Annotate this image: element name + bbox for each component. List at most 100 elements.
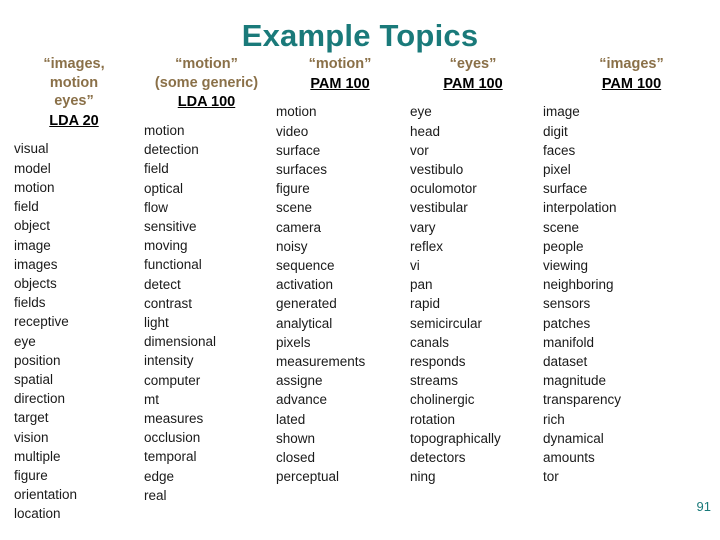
topic-word: image: [14, 237, 51, 253]
topic-word: optical: [144, 180, 184, 196]
topic-word: pixel: [543, 162, 571, 177]
topic-word: eye: [14, 333, 36, 349]
topic-word: functional: [144, 257, 202, 273]
topic-word: people: [543, 238, 584, 254]
topic-word: multiple: [14, 448, 61, 464]
topic-word: head: [410, 123, 441, 139]
topic-word: eye: [410, 104, 432, 120]
topic-word: scene: [276, 200, 313, 216]
topic-word: video: [276, 123, 309, 139]
topic-word: patches: [543, 315, 591, 331]
topic-word: temporal: [144, 449, 197, 465]
topic-word: advance: [276, 392, 328, 408]
topic-word: generated: [276, 296, 337, 312]
topic-word: lated: [276, 411, 306, 427]
topic-word: rich: [543, 411, 565, 427]
topic-column-header: “motion”: [308, 56, 372, 72]
topic-word: tor: [543, 469, 559, 485]
topic-column-model: PAM 100: [310, 75, 370, 92]
topic-word: spatial: [14, 371, 54, 387]
topic-word: dynamical: [543, 430, 604, 446]
slide: Example Topics “images, motion eyes” LDA …: [0, 0, 720, 540]
topic-column-model: LDA 100: [177, 94, 236, 111]
topic-word: position: [14, 352, 61, 368]
topic-word: surface: [276, 142, 321, 158]
topic-word: visual: [14, 141, 49, 157]
topic-word: location: [14, 506, 61, 522]
topic-word-list: visual model motion field object image images o…: [14, 139, 134, 523]
topic-word: vi: [410, 258, 420, 274]
topic-word-list: motion detection field optical flow sensitive…: [144, 121, 269, 505]
topic-word: rotation: [410, 411, 456, 427]
topic-word: viewing: [543, 258, 589, 274]
topic-word: responds: [410, 354, 466, 370]
topic-column-header: “images”: [599, 56, 664, 72]
topic-word: detect: [144, 276, 181, 292]
topic-word-list: motion video surface surfaces figure scene cam…: [276, 102, 404, 486]
topic-word: motion: [276, 104, 317, 120]
topic-word: pan: [410, 277, 433, 293]
topic-word: scene: [543, 219, 580, 235]
topic-word: cholinergic: [410, 392, 475, 408]
topic-word: surface: [543, 181, 588, 197]
topic-word: canals: [410, 334, 450, 350]
topic-word: magnitude: [543, 373, 607, 389]
topic-word: intensity: [144, 353, 194, 369]
topic-word: interpolation: [543, 200, 617, 216]
topic-word: objects: [14, 275, 57, 291]
topic-word: orientation: [14, 487, 78, 503]
topic-word: sensitive: [144, 218, 197, 234]
topic-word: receptive: [14, 314, 69, 330]
topic-word: digit: [543, 123, 568, 139]
topic-word: field: [14, 199, 39, 215]
topic-column: “eyes” PAM 100 eye head vor vestibulo oculomot…: [404, 55, 536, 486]
topic-columns: “images, motion eyes” LDA 20 visual model mo…: [0, 55, 720, 535]
topic-word: streams: [410, 373, 459, 389]
topic-word: model: [14, 160, 51, 176]
topic-word: flow: [144, 199, 169, 215]
topic-word: manifold: [543, 334, 595, 350]
topic-word: reflex: [410, 238, 444, 254]
topic-word: real: [144, 487, 167, 503]
topic-word: camera: [276, 219, 322, 235]
topic-word: amounts: [543, 450, 595, 466]
topic-word: activation: [276, 277, 334, 293]
topic-word: figure: [276, 181, 310, 197]
topic-column-header: “motion” (some generic): [154, 56, 259, 91]
topic-word: analytical: [276, 315, 333, 331]
page-title: Example Topics: [241, 18, 479, 53]
topic-word: perceptual: [276, 469, 340, 485]
topic-column-header: “images, motion eyes”: [43, 56, 105, 110]
page-number: 91: [696, 499, 711, 514]
topic-word: object: [14, 218, 51, 234]
topic-word: edge: [144, 468, 175, 484]
topic-word: semicircular: [410, 315, 483, 331]
topic-word: transparency: [543, 392, 622, 408]
topic-word: image: [543, 104, 580, 120]
topic-word: contrast: [144, 295, 193, 311]
topic-word: measures: [144, 410, 204, 426]
topic-word: target: [14, 410, 49, 426]
topic-word: faces: [543, 142, 576, 158]
topic-column-model: PAM 100: [443, 75, 503, 92]
topic-word: vision: [14, 429, 49, 445]
topic-word: figure: [14, 467, 48, 483]
topic-word: oculomotor: [410, 181, 477, 197]
topic-word-list: eye head vor vestibulo oculomotor vestibular v…: [410, 102, 536, 486]
topic-word: sequence: [276, 258, 335, 274]
topic-word: ning: [410, 469, 436, 485]
topic-column-model: LDA 20: [49, 112, 99, 129]
topic-word-list: image digit faces pixel surface interpolation…: [543, 102, 720, 486]
topic-column-model: PAM 100: [601, 75, 662, 92]
topic-column-header: “eyes”: [449, 56, 497, 72]
topic-word: measurements: [276, 354, 366, 370]
topic-word: computer: [144, 372, 201, 388]
topic-word: assigne: [276, 373, 323, 389]
topic-word: fields: [14, 295, 46, 311]
topic-word: topographically: [410, 430, 501, 446]
topic-word: occlusion: [144, 430, 201, 446]
topic-word: mt: [144, 391, 159, 407]
topic-word: sensors: [543, 296, 591, 312]
topic-word: moving: [144, 238, 188, 254]
topic-word: vary: [410, 219, 436, 235]
